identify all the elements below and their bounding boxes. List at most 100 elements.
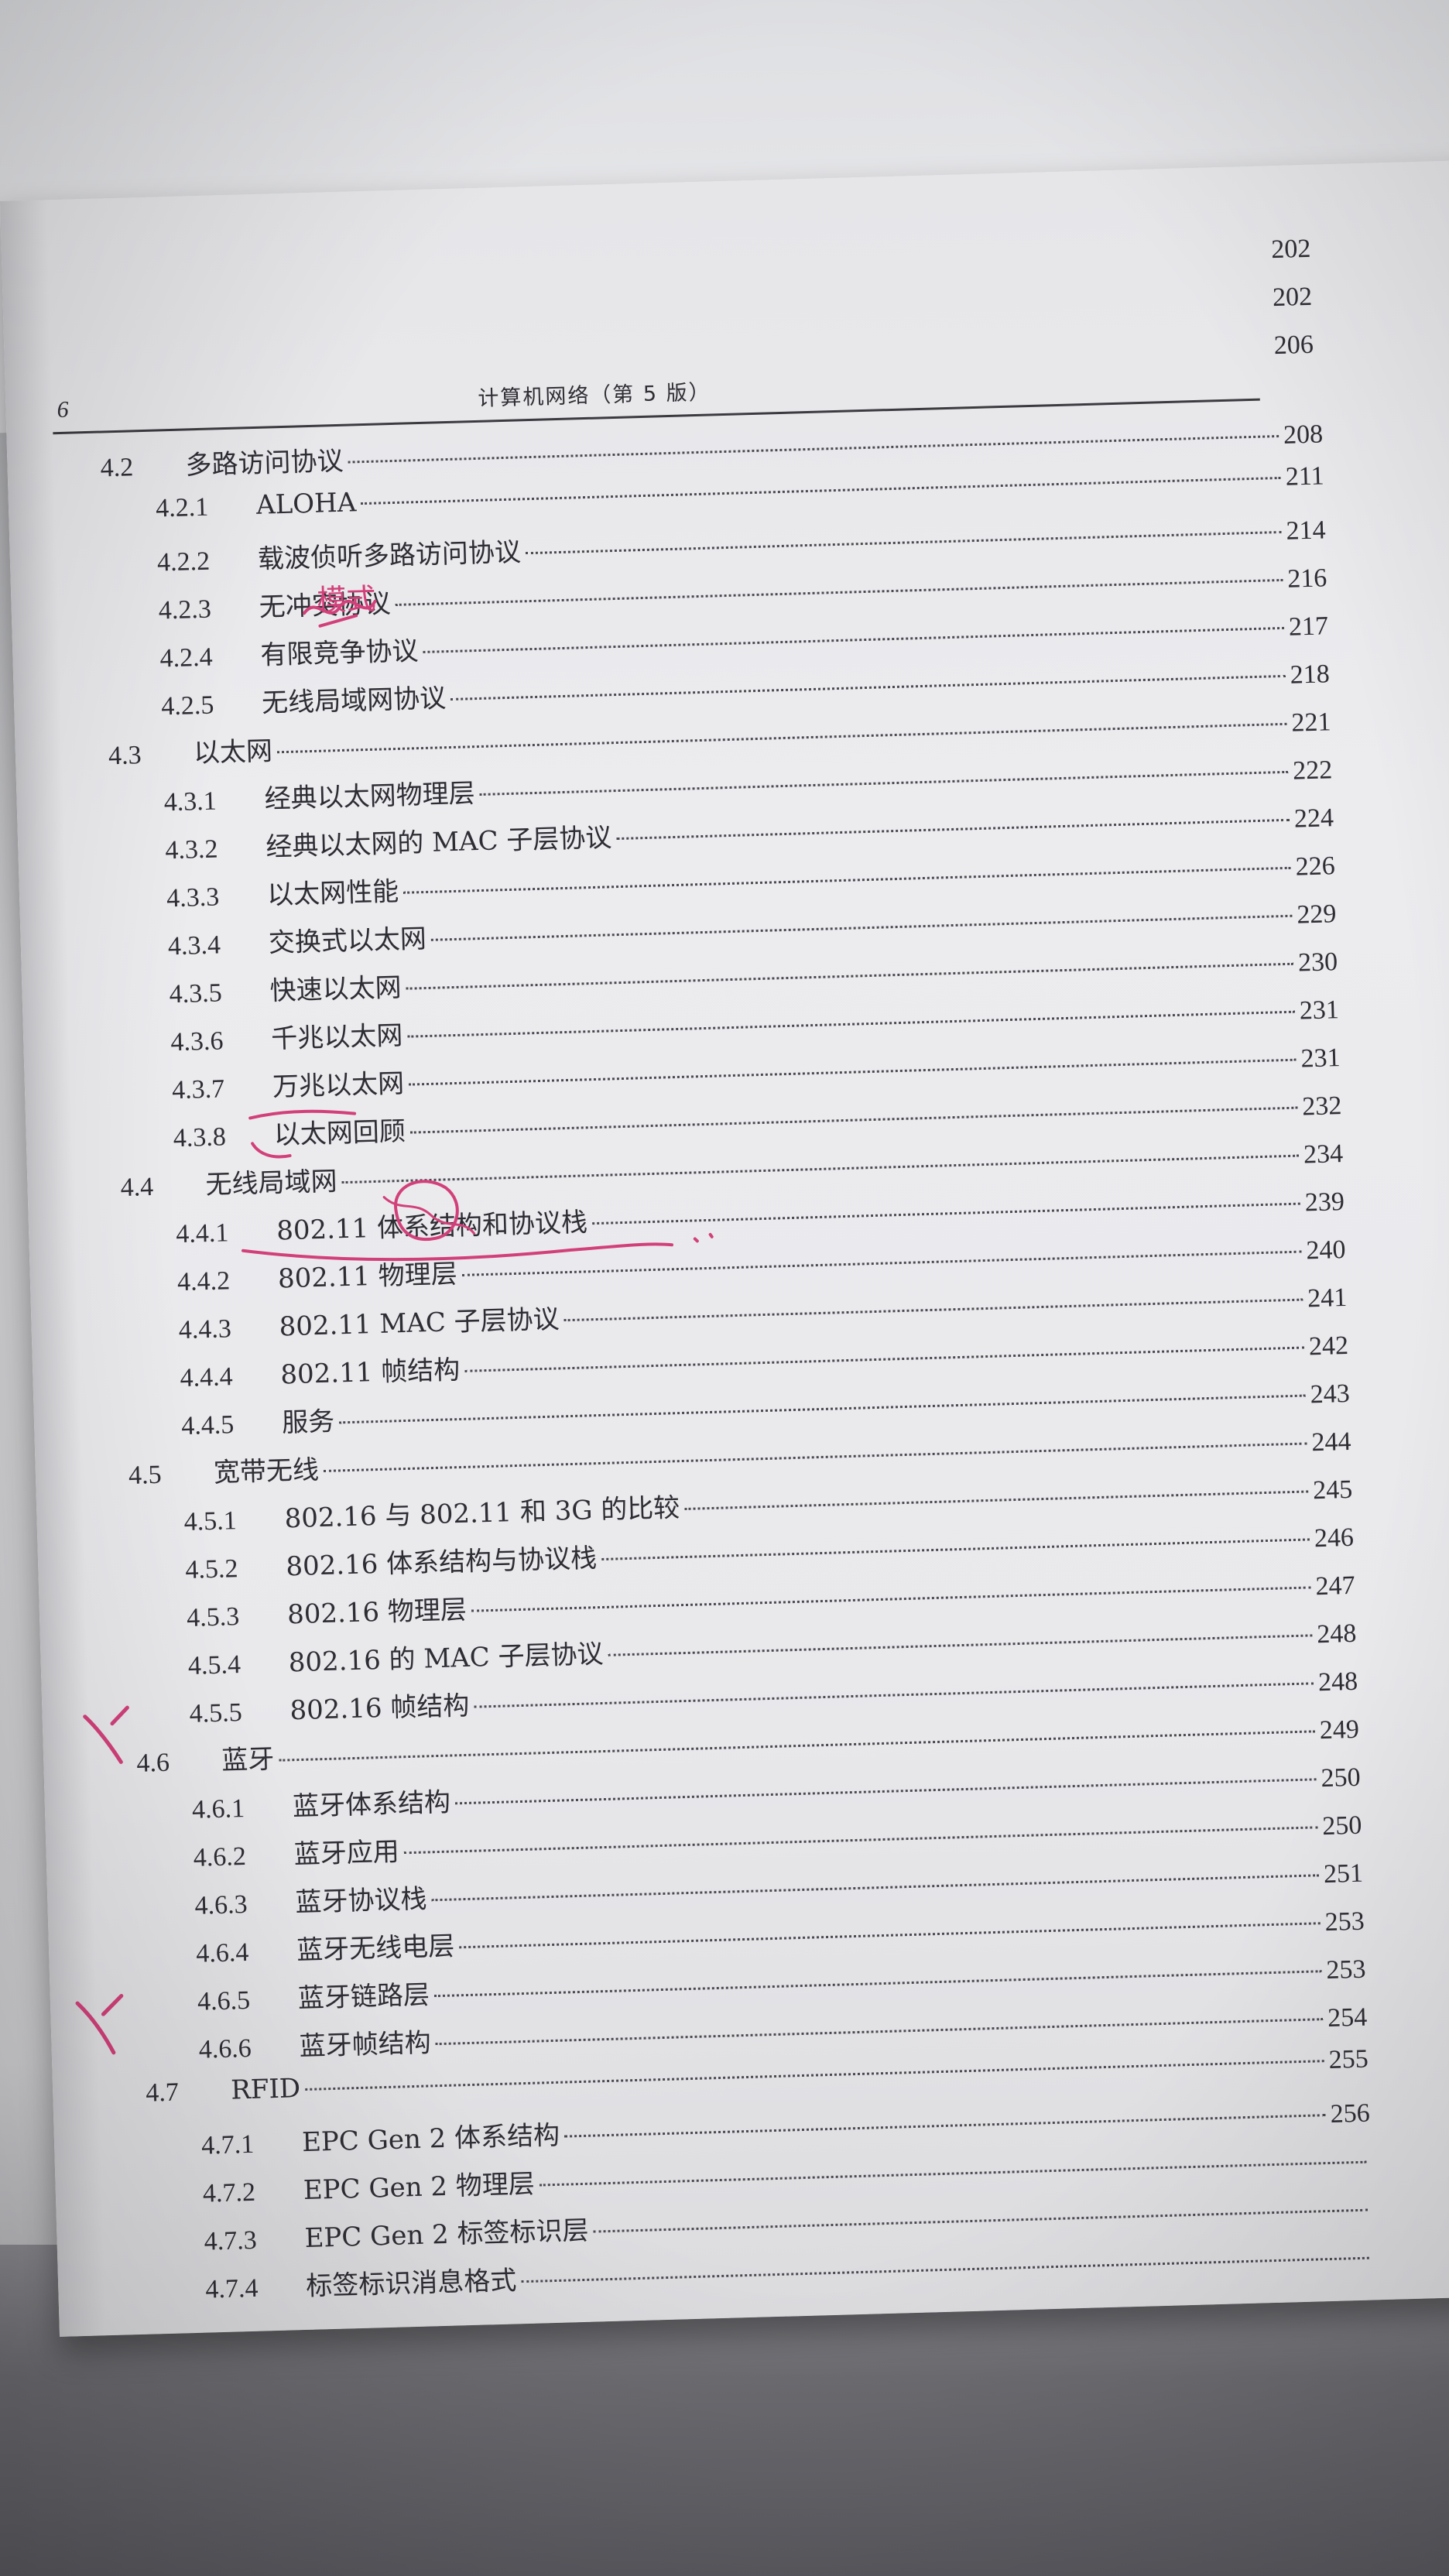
toc-page-number: 249 [1319, 1714, 1360, 1745]
toc-number: 4.3.6 [170, 1026, 224, 1057]
toc-number: 4.2.5 [160, 690, 214, 721]
toc-dot-leader [591, 1202, 1300, 1225]
toc-page-number: 250 [1321, 1810, 1362, 1841]
toc-page-number: 221 [1290, 707, 1331, 738]
toc-number: 4.6.3 [194, 1889, 248, 1920]
toc-title: 蓝牙应用 [293, 1836, 400, 1871]
toc-page-number: 242 [1308, 1331, 1349, 1362]
toc-title: 802.11 体系结构和协议栈 [276, 1207, 588, 1247]
toc-page-number: 250 [1321, 1762, 1362, 1793]
toc-number: 4.6 [135, 1748, 170, 1778]
toc-title: 以太网回顾 [273, 1115, 406, 1151]
toc-number: 4.3.7 [171, 1074, 225, 1105]
toc-page-number: 226 [1295, 851, 1336, 882]
toc-dot-leader [471, 1586, 1311, 1612]
toc-dot-leader [539, 2160, 1367, 2187]
toc-dot-leader [684, 1490, 1309, 1510]
toc-number: 4.5.2 [184, 1554, 238, 1584]
toc-number: 4.3.3 [166, 882, 220, 913]
toc-number: 4.7.3 [204, 2225, 258, 2256]
toc-title: 经典以太网的 MAC 子层协议 [265, 822, 612, 863]
toc-title: 无线局域网协议 [261, 683, 447, 719]
toc-dot-leader [454, 1778, 1317, 1805]
book-page: 6 计算机网络（第 5 版） 4.2 多路访问协议 208 4.2.1 ALOHA 211… [0, 159, 1449, 2337]
toc-page-number: 211 [1285, 461, 1325, 492]
toc-title: 万兆以太网 [272, 1067, 405, 1103]
toc-page-number: 234 [1303, 1139, 1344, 1170]
toc-page-number: 231 [1300, 1043, 1341, 1074]
toc-dot-leader [339, 1394, 1306, 1424]
toc-title: 标签标识消息格式 [305, 2265, 517, 2303]
toc-dot-leader [348, 434, 1279, 464]
toc-dot-leader [474, 1682, 1314, 1708]
toc-title: 802.16 与 802.11 和 3G 的比较 [284, 1492, 680, 1535]
toc-title: 交换式以太网 [268, 923, 427, 959]
toc-dot-leader [430, 914, 1293, 941]
toc-number: 4.4.3 [178, 1314, 232, 1345]
toc-page-number: 251 [1323, 1858, 1364, 1889]
toc-title: EPC Gen 2 标签标识层 [304, 2215, 590, 2255]
toc-title: ALOHA [255, 487, 357, 521]
toc-page-number: 253 [1325, 1954, 1366, 1985]
toc-page-number: 248 [1316, 1619, 1357, 1649]
toc-page-number: 248 [1317, 1667, 1358, 1697]
toc-page-number: 255 [1328, 2044, 1369, 2074]
toc-number: 4.6.5 [197, 1985, 251, 2016]
photo-scene: 6 计算机网络（第 5 版） 4.2 多路访问协议 208 4.2.1 ALOHA 211… [0, 0, 1449, 2576]
toc-dot-leader [395, 578, 1283, 606]
toc-dot-leader [409, 1106, 1298, 1134]
toc-page-number: 230 [1297, 947, 1338, 978]
toc-title: 以太网性能 [266, 875, 399, 911]
toc-dot-leader [406, 962, 1294, 990]
toc-page-number: 224 [1293, 803, 1334, 834]
toc-title: 802.11 帧结构 [279, 1355, 461, 1391]
ink-check-46 [83, 1705, 129, 1764]
toc-number: 4.3.5 [169, 978, 223, 1009]
toc-dot-leader [409, 1058, 1297, 1086]
toc-title: 快速以太网 [269, 971, 402, 1007]
toc-dot-leader [433, 1970, 1322, 1998]
toc-title: 802.11 MAC 子层协议 [279, 1303, 560, 1343]
toc-number: 4.3.2 [164, 834, 218, 865]
toc-title: EPC Gen 2 物理层 [303, 2168, 536, 2207]
toc-title: 载波侦听多路访问协议 [257, 536, 522, 575]
toc-dot-leader [435, 2018, 1324, 2046]
toc-dot-leader [403, 1826, 1318, 1855]
toc-title: 802.11 物理层 [277, 1259, 458, 1295]
toc-page-number: 254 [1327, 2002, 1368, 2033]
toc-dot-leader [323, 1442, 1307, 1472]
toc-number: 4.4.2 [176, 1266, 231, 1297]
toc-page-number: 243 [1310, 1379, 1351, 1410]
toc-dot-leader [276, 722, 1287, 754]
carryover-page-number: 202 [1272, 282, 1313, 313]
toc-title: 蓝牙协议栈 [294, 1883, 428, 1919]
toc-dot-leader [403, 866, 1291, 894]
toc-dot-leader [593, 2208, 1368, 2233]
toc-dot-leader [459, 1922, 1321, 1949]
toc-number: 4.7 [145, 2078, 180, 2108]
toc-number: 4.7.4 [204, 2273, 259, 2304]
toc-number: 4.5.1 [183, 1506, 238, 1537]
toc-number: 4.5 [128, 1460, 163, 1490]
toc-dot-leader [564, 2114, 1326, 2138]
toc-page-number: 217 [1288, 611, 1329, 642]
toc-dot-leader [431, 1874, 1320, 1902]
toc-number: 4.7.1 [200, 2129, 255, 2160]
toc-number: 4.7.2 [202, 2177, 256, 2208]
toc-title: 以太网 [193, 735, 273, 769]
toc-title: 无冲突协议 [259, 588, 392, 623]
carryover-page-number: 202 [1270, 234, 1311, 265]
toc-number: 4.4.4 [180, 1362, 234, 1393]
toc-title: 蓝牙体系结构 [292, 1786, 451, 1823]
toc-page-number: 253 [1324, 1906, 1365, 1937]
toc-page-number: 214 [1286, 516, 1327, 546]
toc-title: 无线局域网 [205, 1166, 338, 1201]
toc-dot-leader [450, 674, 1286, 701]
toc-title: 多路访问协议 [185, 445, 344, 481]
toc-number: 4.2.3 [158, 594, 212, 625]
toc-page-number: 247 [1315, 1571, 1356, 1601]
toc-dot-leader [361, 476, 1281, 505]
toc-dot-leader [279, 1730, 1315, 1762]
toc-page-number: 231 [1299, 995, 1340, 1026]
toc-title: 服务 [281, 1406, 335, 1439]
